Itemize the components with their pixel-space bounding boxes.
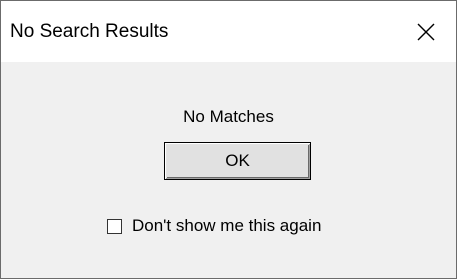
close-icon (417, 23, 435, 41)
dialog-title: No Search Results (10, 21, 169, 42)
dialog-window: No Search Results No Matches OK Don't sh… (0, 0, 457, 279)
dont-show-again-label[interactable]: Don't show me this again (132, 216, 321, 236)
close-button[interactable] (396, 1, 456, 62)
dont-show-again-checkbox[interactable] (107, 218, 122, 234)
dialog-content: No Matches OK Don't show me this again (1, 62, 456, 278)
ok-button[interactable]: OK (164, 142, 311, 180)
dont-show-again-row[interactable]: Don't show me this again (107, 216, 321, 236)
message-text: No Matches (183, 107, 274, 126)
title-bar[interactable]: No Search Results (1, 1, 456, 62)
